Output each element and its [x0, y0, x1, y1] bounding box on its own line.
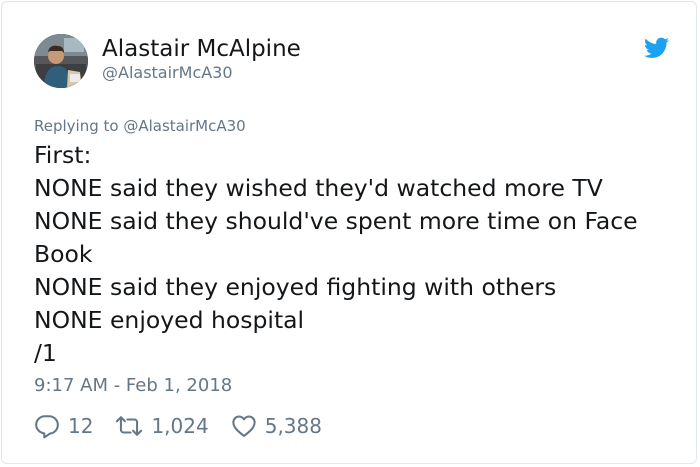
tweet-timestamp[interactable]: 9:17 AM - Feb 1, 2018 [34, 374, 232, 398]
retweet-button[interactable]: 1,024 [115, 411, 209, 441]
tweet-line: NONE said they wished they'd watched mor… [34, 174, 603, 202]
avatar-photo [34, 34, 88, 88]
retweet-icon [116, 416, 143, 436]
reply-count: 12 [68, 414, 94, 438]
tweet-line: Book [34, 240, 93, 268]
reply-button[interactable]: 12 [34, 411, 93, 441]
tweet-text: First: NONE said they wished they'd watc… [34, 139, 684, 370]
reply-bubble-icon [35, 415, 59, 439]
author-name[interactable]: Alastair McAlpine [102, 35, 301, 63]
tweet-actions: 12 1,024 5,388 [34, 411, 344, 441]
tweet-line: First: [34, 141, 92, 169]
like-button[interactable]: 5,388 [231, 411, 322, 441]
twitter-bird-icon[interactable] [644, 37, 669, 59]
reply-context[interactable]: Replying to @AlastairMcA30 [34, 116, 246, 136]
avatar[interactable] [34, 34, 88, 88]
like-count: 5,388 [264, 414, 322, 438]
tweet-card: Alastair McAlpine @AlastairMcA30 Replyin… [1, 1, 697, 464]
retweet-count: 1,024 [151, 414, 209, 438]
tweet-line: /1 [34, 339, 57, 367]
author-handle[interactable]: @AlastairMcA30 [102, 63, 233, 83]
tweet-line: NONE said they enjoyed fighting with oth… [34, 273, 557, 301]
heart-icon [232, 415, 256, 437]
tweet-line: NONE said they should've spent more time… [34, 207, 638, 235]
tweet-line: NONE enjoyed hospital [34, 306, 305, 334]
